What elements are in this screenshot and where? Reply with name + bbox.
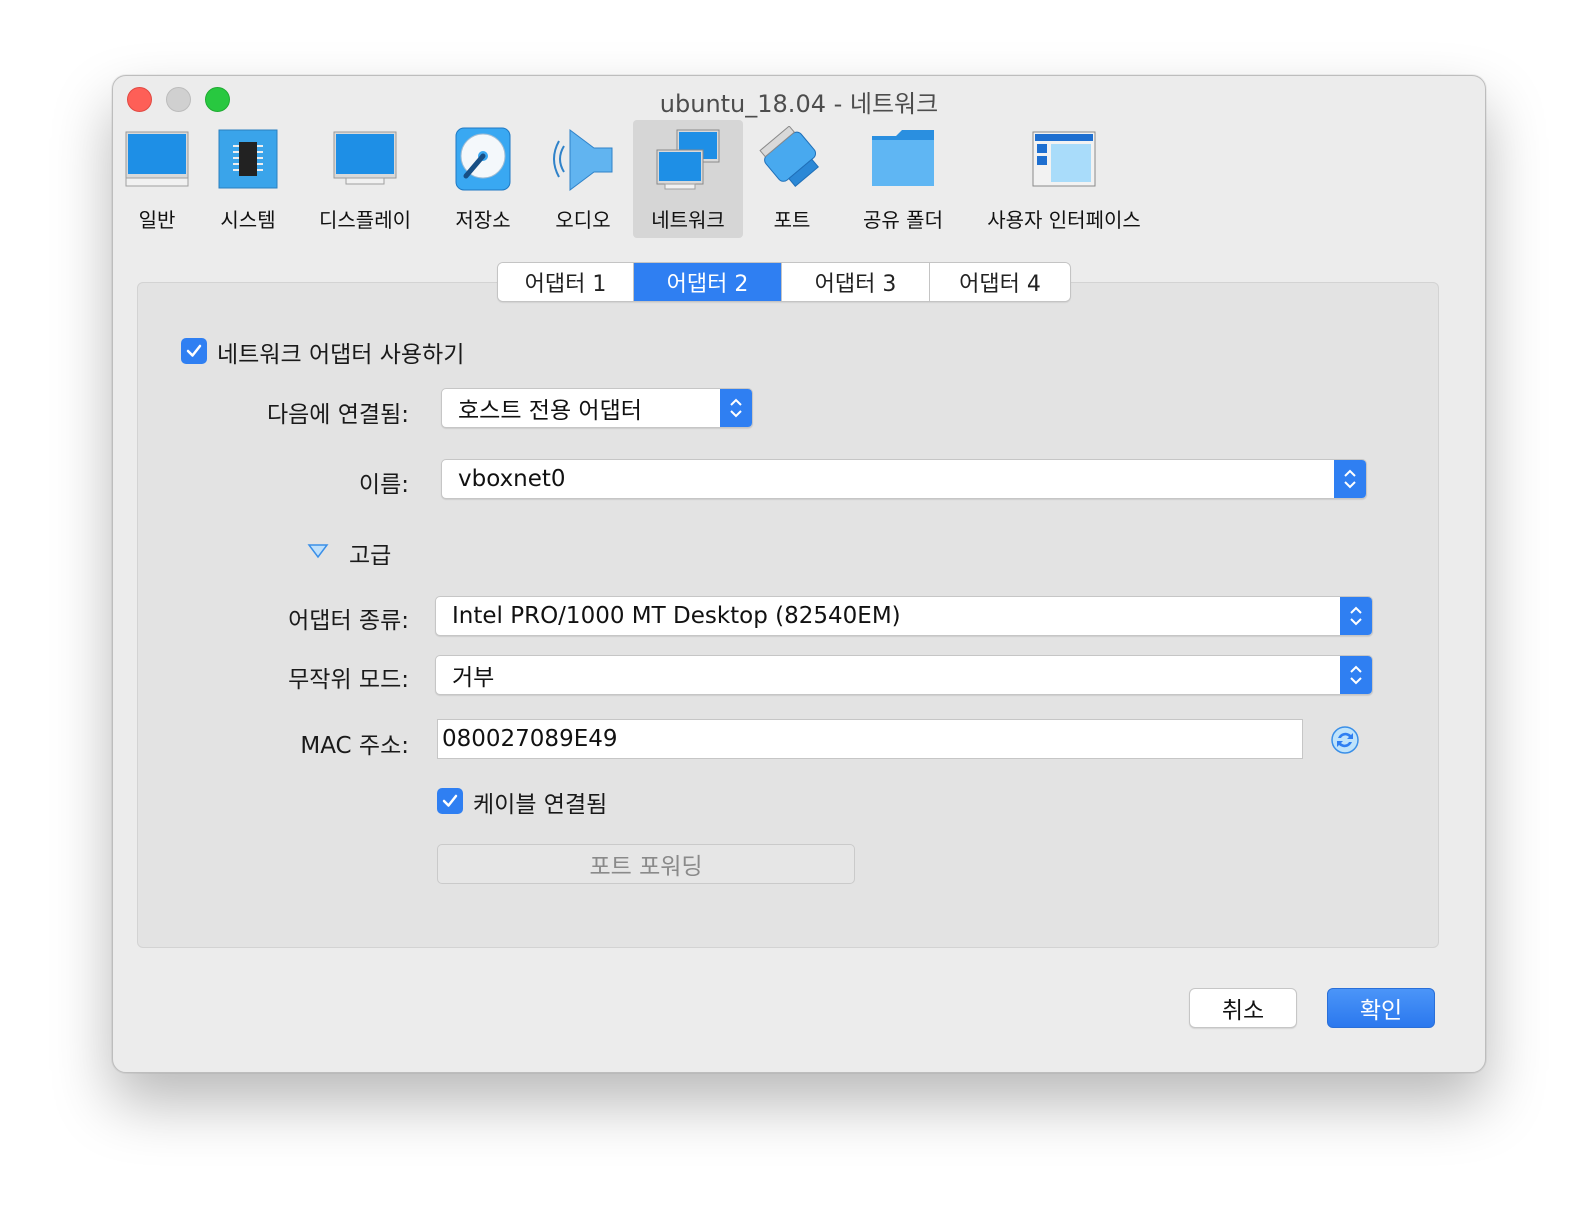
title-bar[interactable]: ubuntu_18.04 - 네트워크 bbox=[113, 76, 1485, 122]
toolbar-item-ports[interactable]: 포트 bbox=[757, 120, 827, 238]
toolbar-item-label: 포트 bbox=[773, 208, 811, 232]
system-chip-icon bbox=[215, 126, 281, 192]
toolbar-item-network[interactable]: 네트워크 bbox=[633, 120, 743, 238]
port-forwarding-button[interactable]: 포트 포워딩 bbox=[437, 844, 855, 884]
promiscuous-mode-value: 거부 bbox=[452, 665, 495, 691]
toolbar-item-user-interface[interactable]: 사용자 인터페이스 bbox=[981, 120, 1147, 238]
attached-to-value: 호스트 전용 어댑터 bbox=[458, 398, 642, 424]
advanced-label[interactable]: 고급 bbox=[349, 536, 391, 570]
name-label: 이름: bbox=[358, 472, 409, 498]
storage-disk-icon bbox=[450, 126, 516, 192]
toolbar-item-label: 일반 bbox=[138, 208, 176, 232]
tab-adapter-3[interactable]: 어댑터 3 bbox=[782, 263, 930, 301]
toolbar-item-general[interactable]: 일반 bbox=[119, 120, 195, 238]
toolbar-item-display[interactable]: 디스플레이 bbox=[309, 120, 421, 238]
toolbar-item-shared-folders[interactable]: 공유 폴더 bbox=[855, 120, 951, 238]
adapter-type-select[interactable]: Intel PRO/1000 MT Desktop (82540EM) bbox=[435, 596, 1373, 636]
tab-adapter-1[interactable]: 어댑터 1 bbox=[498, 263, 634, 301]
attached-to-select[interactable]: 호스트 전용 어댑터 bbox=[441, 388, 753, 428]
mac-address-input[interactable]: 080027089E49 bbox=[437, 719, 1303, 759]
select-updown-icon bbox=[1340, 656, 1372, 694]
toolbar-item-label: 시스템 bbox=[220, 208, 276, 232]
toolbar-item-storage[interactable]: 저장소 bbox=[447, 120, 519, 238]
advanced-disclosure-triangle-icon[interactable] bbox=[307, 543, 329, 563]
toolbar-item-label: 디스플레이 bbox=[319, 208, 411, 232]
audio-speaker-icon bbox=[550, 126, 616, 192]
name-select[interactable]: vboxnet0 bbox=[441, 459, 1367, 499]
ok-button[interactable]: 확인 bbox=[1327, 988, 1435, 1028]
display-monitor-icon bbox=[332, 126, 398, 192]
cable-connected-label: 케이블 연결됨 bbox=[473, 792, 608, 818]
cable-connected-checkbox[interactable] bbox=[437, 788, 463, 814]
toolbar-item-label: 사용자 인터페이스 bbox=[987, 208, 1141, 232]
toolbar-item-label: 저장소 bbox=[455, 208, 511, 232]
enable-adapter-label: 네트워크 어댑터 사용하기 bbox=[217, 342, 465, 368]
settings-window: ubuntu_18.04 - 네트워크 일반 시스템 디스플레이 저장소 오디오… bbox=[112, 75, 1486, 1073]
toolbar-item-label: 오디오 bbox=[555, 208, 611, 232]
serial-port-icon bbox=[759, 125, 825, 192]
enable-adapter-checkbox[interactable] bbox=[181, 338, 207, 364]
refresh-mac-button[interactable] bbox=[1329, 724, 1361, 760]
window-title: ubuntu_18.04 - 네트워크 bbox=[659, 90, 939, 118]
shared-folder-icon bbox=[870, 126, 936, 192]
toolbar-item-label: 네트워크 bbox=[651, 208, 725, 232]
adapter-tabs: 어댑터 1 어댑터 2 어댑터 3 어댑터 4 bbox=[497, 262, 1071, 302]
checkmark-icon bbox=[442, 794, 458, 807]
promiscuous-mode-label: 무작위 모드: bbox=[288, 667, 409, 693]
general-monitor-icon bbox=[124, 126, 190, 192]
select-updown-icon bbox=[1334, 460, 1366, 498]
toolbar-item-system[interactable]: 시스템 bbox=[213, 120, 283, 238]
name-value: vboxnet0 bbox=[458, 466, 566, 492]
adapter-type-label: 어댑터 종류: bbox=[288, 608, 409, 634]
cancel-button[interactable]: 취소 bbox=[1189, 988, 1297, 1028]
adapter-type-value: Intel PRO/1000 MT Desktop (82540EM) bbox=[452, 603, 901, 629]
tab-adapter-2[interactable]: 어댑터 2 bbox=[634, 263, 782, 301]
toolbar-item-audio[interactable]: 오디오 bbox=[547, 120, 619, 238]
settings-toolbar: 일반 시스템 디스플레이 저장소 오디오 네트워크 포트 공유 폴더 사용자 인… bbox=[113, 120, 1485, 240]
refresh-icon bbox=[1331, 726, 1359, 754]
tab-adapter-4[interactable]: 어댑터 4 bbox=[930, 263, 1070, 301]
checkmark-icon bbox=[186, 344, 202, 357]
network-icon bbox=[655, 126, 721, 192]
user-interface-icon bbox=[1031, 126, 1097, 192]
select-updown-icon bbox=[720, 389, 752, 427]
mac-address-label: MAC 주소: bbox=[300, 733, 409, 759]
attached-to-label: 다음에 연결됨: bbox=[266, 402, 409, 428]
toolbar-item-label: 공유 폴더 bbox=[863, 208, 943, 232]
promiscuous-mode-select[interactable]: 거부 bbox=[435, 655, 1373, 695]
select-updown-icon bbox=[1340, 597, 1372, 635]
